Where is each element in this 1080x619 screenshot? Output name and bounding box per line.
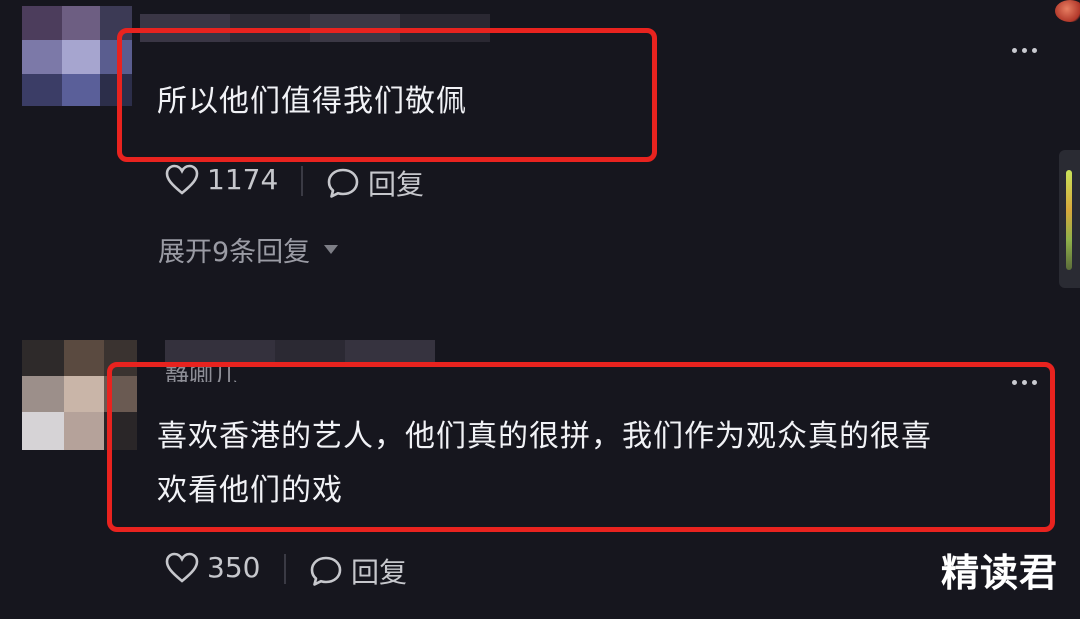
speech-bubble-icon <box>327 168 359 198</box>
heart-outline-icon <box>165 164 199 195</box>
comment-text: 所以他们值得我们敬佩 <box>157 84 467 119</box>
reply-button[interactable]: 回复 <box>309 551 407 591</box>
expand-replies-label: 展开9条回复 <box>158 237 311 268</box>
avatar <box>22 6 132 106</box>
more-dots-icon[interactable] <box>1012 48 1037 53</box>
reply-button[interactable]: 回复 <box>326 163 424 203</box>
like-button[interactable]: 1174 <box>165 163 278 196</box>
speech-bubble-icon <box>310 556 342 586</box>
like-count: 1174 <box>207 163 279 196</box>
reply-label: 回复 <box>368 168 425 201</box>
comment-text-line-1: 喜欢香港的艺人，他们真的很拼，我们作为观众真的很喜 <box>157 419 932 454</box>
notification-glow <box>1055 0 1080 22</box>
divider <box>284 554 286 584</box>
comment-text-line-2: 欢看他们的戏 <box>157 473 343 508</box>
expand-replies-button[interactable]: 展开9条回复 <box>158 230 339 269</box>
comment-text: 喜欢香港的艺人，他们真的很拼，我们作为观众真的很喜 欢看他们的戏 <box>157 410 1037 518</box>
caret-down-icon <box>324 245 339 254</box>
scrollbar-thumb[interactable] <box>1066 170 1072 270</box>
heart-outline-icon <box>165 552 199 583</box>
like-count: 350 <box>207 551 261 584</box>
reply-label: 回复 <box>351 556 408 589</box>
divider <box>301 166 303 196</box>
watermark: 精读君 <box>940 551 1058 595</box>
like-button[interactable]: 350 <box>165 551 260 584</box>
